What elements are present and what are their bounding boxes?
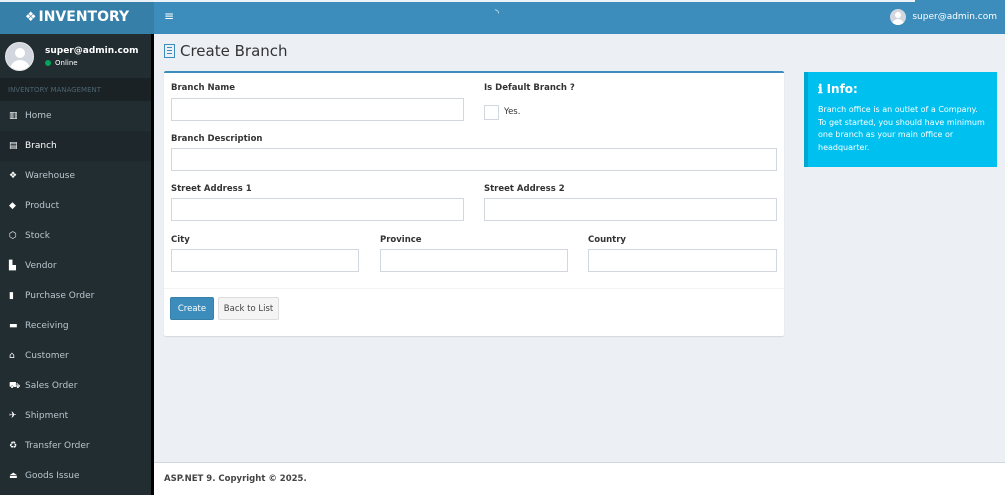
sidebar-item-customer[interactable]: ⌂ Customer: [0, 341, 154, 371]
online-dot-icon: [45, 59, 51, 66]
industry-icon: ▙: [9, 261, 16, 271]
sidebar-item-label: Receiving: [25, 321, 69, 331]
city-label: City: [171, 235, 190, 245]
sidebar-item-label: Branch: [25, 141, 57, 151]
bank-icon: ⌂: [9, 351, 15, 361]
upload-icon: ⏏: [9, 471, 18, 481]
sidebar-item-transfer-order[interactable]: ♻ Transfer Order: [0, 431, 154, 461]
plane-icon: ✈: [9, 411, 17, 421]
info-icon: ℹ: [818, 82, 823, 96]
sidebar-item-label: Home: [25, 111, 52, 121]
sidebar-scrollbar[interactable]: [151, 34, 154, 495]
info-callout-title: ℹ Info:: [818, 82, 987, 96]
province-input[interactable]: [380, 249, 568, 272]
page-footer: ASP.NET 9. Copyright © 2025.: [154, 462, 1005, 495]
page-title-text: Create Branch: [180, 42, 288, 60]
cubes-icon: ❖: [24, 9, 37, 25]
sidebar-item-vendor[interactable]: ▙ Vendor: [0, 251, 154, 281]
navbar-user-email: super@admin.com: [912, 12, 997, 22]
sidebar-item-label: Vendor: [25, 261, 57, 271]
recycle-icon: ♻: [9, 441, 18, 451]
sidebar-item-label: Product: [25, 201, 60, 211]
sidebar-item-goods-issue[interactable]: ⏏ Goods Issue: [0, 461, 154, 491]
is-default-label: Is Default Branch ?: [484, 83, 575, 93]
form-footer: Create Back to List: [164, 288, 784, 336]
building-icon: [164, 44, 175, 58]
user-name: super@admin.com: [45, 45, 139, 56]
info-callout-text: Branch office is an outlet of a Company.…: [818, 105, 985, 152]
create-button[interactable]: Create: [170, 297, 214, 320]
sidebar-item-home[interactable]: ▥ Home: [0, 101, 154, 131]
country-input[interactable]: [588, 249, 777, 272]
street-address-2-label: Street Address 2: [484, 184, 565, 194]
street-address-2-input[interactable]: [484, 198, 777, 221]
sidebar-item-shipment[interactable]: ✈ Shipment: [0, 401, 154, 431]
info-callout: ℹ Info: Branch office is an outlet of a …: [804, 72, 997, 167]
info-callout-title-text: Info:: [826, 82, 858, 96]
sidebar-item-label: Sales Order: [25, 381, 78, 391]
app-logo[interactable]: ❖ INVENTORY: [0, 0, 154, 34]
user-status: Online: [45, 59, 138, 67]
is-default-checkbox[interactable]: [484, 105, 499, 120]
branch-name-input[interactable]: [171, 98, 464, 121]
sidebar-item-receiving[interactable]: ▬ Receiving: [0, 311, 154, 341]
country-label: Country: [588, 235, 626, 245]
sidebar-item-stock[interactable]: ⬡ Stock: [0, 221, 154, 251]
navbar-user-menu[interactable]: super@admin.com: [890, 0, 1005, 34]
back-to-list-button[interactable]: Back to List: [218, 297, 279, 320]
cube-icon: ⬡: [9, 231, 17, 241]
avatar: [890, 9, 907, 25]
user-status-label: Online: [55, 58, 78, 67]
sidebar-item-branch[interactable]: ▤ Branch: [0, 131, 154, 161]
page-title: Create Branch: [164, 42, 288, 60]
branch-name-label: Branch Name: [171, 83, 235, 93]
cart-icon: ⛟: [9, 380, 21, 391]
truck-icon: ▬: [9, 321, 18, 331]
tag-icon: ◆: [9, 201, 16, 211]
top-navbar: ≡ ◝ super@admin.com: [154, 0, 1005, 34]
avatar: [5, 41, 34, 71]
sidebar: ❖ INVENTORY super@admin.com Online INVEN…: [0, 0, 154, 495]
sidebar-item-warehouse[interactable]: ❖ Warehouse: [0, 161, 154, 191]
street-address-1-label: Street Address 1: [171, 184, 252, 194]
is-default-option-label: Yes.: [504, 107, 521, 117]
sidebar-item-label: Shipment: [25, 411, 69, 421]
sidebar-item-label: Transfer Order: [25, 441, 90, 451]
sidebar-item-label: Stock: [25, 231, 50, 241]
branch-description-input[interactable]: [171, 148, 777, 171]
sidebar-item-product[interactable]: ◆ Product: [0, 191, 154, 221]
branch-description-label: Branch Description: [171, 134, 263, 144]
city-input[interactable]: [171, 249, 359, 272]
file-icon: ▮: [9, 291, 14, 301]
sidebar-item-label: Customer: [25, 351, 69, 361]
street-address-1-input[interactable]: [171, 198, 464, 221]
create-branch-form: Branch Name Is Default Branch ? Yes. Bra…: [164, 71, 784, 336]
app-logo-text: INVENTORY: [38, 9, 130, 25]
sidebar-item-purchase-order[interactable]: ▮ Purchase Order: [0, 281, 154, 311]
building-icon: ▤: [9, 141, 18, 151]
sidebar-item-label: Purchase Order: [25, 291, 95, 301]
sidebar-item-sales-order[interactable]: ⛟ Sales Order: [0, 371, 154, 401]
user-panel: super@admin.com Online: [0, 34, 154, 78]
menu-header: INVENTORY MANAGEMENT: [0, 78, 154, 101]
bars-icon[interactable]: ≡: [164, 9, 174, 23]
sidebar-item-label: Warehouse: [25, 171, 76, 181]
cubes-icon: ❖: [9, 171, 18, 181]
province-label: Province: [380, 235, 422, 245]
bar-chart-icon: ▥: [9, 111, 18, 121]
spinner-icon: ◝: [495, 8, 499, 19]
sidebar-item-label: Goods Issue: [25, 471, 80, 481]
loading-bar: [0, 0, 915, 2]
